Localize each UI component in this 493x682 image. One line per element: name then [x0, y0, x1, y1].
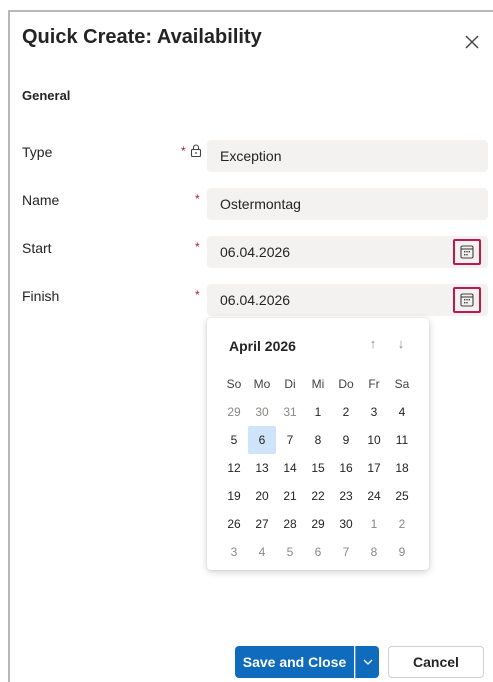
finish-date-field[interactable]: 06.04.2026 [207, 284, 488, 316]
finish-calendar-button[interactable] [453, 287, 481, 313]
lock-icon [190, 144, 202, 157]
calendar-day[interactable]: 4 [248, 538, 276, 566]
save-and-close-button[interactable]: Save and Close [235, 646, 354, 678]
calendar-day[interactable]: 29 [220, 398, 248, 426]
calendar-day[interactable]: 9 [388, 538, 416, 566]
calendar-day[interactable]: 11 [388, 426, 416, 454]
calendar-day[interactable]: 29 [304, 510, 332, 538]
type-field[interactable]: Exception [207, 140, 488, 172]
calendar-day[interactable]: 10 [360, 426, 388, 454]
weekday-header: Mi [311, 377, 325, 391]
calendar-day[interactable]: 31 [276, 398, 304, 426]
calendar-day[interactable]: 28 [276, 510, 304, 538]
name-required-mark: * [195, 192, 200, 206]
calendar-day[interactable]: 13 [248, 454, 276, 482]
calendar-day[interactable]: 7 [332, 538, 360, 566]
calendar-day[interactable]: 8 [304, 426, 332, 454]
close-icon [465, 35, 479, 49]
calendar-day[interactable]: 25 [388, 482, 416, 510]
type-label: Type [22, 144, 53, 160]
month-year-label: April 2026 [229, 338, 296, 354]
date-picker-popup: April 2026 ↑ ↓ So Mo Di Mi Do Fr Sa 29 30 31 1 2 3 4 5… [207, 318, 429, 570]
calendar-day[interactable]: 19 [220, 482, 248, 510]
calendar-icon [460, 293, 474, 307]
previous-month-button[interactable]: ↑ [363, 334, 383, 354]
calendar-day[interactable]: 2 [388, 510, 416, 538]
type-required-mark: * [181, 144, 186, 158]
calendar-day[interactable]: 15 [304, 454, 332, 482]
section-general-label: General [22, 88, 71, 103]
start-date-field[interactable]: 06.04.2026 [207, 236, 488, 268]
calendar-day[interactable]: 3 [220, 538, 248, 566]
dialog-footer: Save and Close Cancel [10, 646, 493, 682]
calendar-day[interactable]: 30 [332, 510, 360, 538]
start-label: Start [22, 240, 52, 256]
weekday-header: Sa [394, 377, 410, 391]
calendar-day[interactable]: 23 [332, 482, 360, 510]
calendar-day[interactable]: 12 [220, 454, 248, 482]
calendar-day[interactable]: 4 [388, 398, 416, 426]
chevron-down-icon [363, 659, 373, 665]
calendar-day[interactable]: 9 [332, 426, 360, 454]
weekday-header: Fr [368, 377, 380, 391]
calendar-day[interactable]: 7 [276, 426, 304, 454]
calendar-day[interactable]: 5 [220, 426, 248, 454]
calendar-day[interactable]: 21 [276, 482, 304, 510]
start-calendar-button[interactable] [453, 239, 481, 265]
quick-create-dialog: Quick Create: Availability General Type … [8, 10, 493, 682]
calendar-day[interactable]: 20 [248, 482, 276, 510]
calendar-day[interactable]: 17 [360, 454, 388, 482]
save-options-dropdown-button[interactable] [355, 646, 379, 678]
calendar-day[interactable]: 14 [276, 454, 304, 482]
calendar-day[interactable]: 22 [304, 482, 332, 510]
calendar-icon [460, 245, 474, 259]
calendar-day[interactable]: 5 [276, 538, 304, 566]
name-field[interactable]: Ostermontag [207, 188, 488, 220]
cancel-button[interactable]: Cancel [388, 646, 484, 678]
next-month-button[interactable]: ↓ [391, 334, 411, 354]
weekday-header: Di [284, 377, 296, 391]
weekday-header: Mo [253, 377, 271, 391]
calendar-day[interactable]: 6 [304, 538, 332, 566]
dialog-title: Quick Create: Availability [22, 26, 262, 48]
calendar-day[interactable]: 24 [360, 482, 388, 510]
close-button[interactable] [460, 30, 484, 54]
finish-required-mark: * [195, 288, 200, 302]
calendar-day[interactable]: 8 [360, 538, 388, 566]
weekday-header: Do [338, 377, 354, 391]
calendar-day[interactable]: 1 [360, 510, 388, 538]
calendar-day[interactable]: 26 [220, 510, 248, 538]
calendar-day[interactable]: 2 [332, 398, 360, 426]
name-label: Name [22, 192, 60, 208]
calendar-day[interactable]: 18 [388, 454, 416, 482]
calendar-day[interactable]: 27 [248, 510, 276, 538]
calendar-day[interactable]: 3 [360, 398, 388, 426]
calendar-day[interactable]: 16 [332, 454, 360, 482]
calendar-day[interactable]: 30 [248, 398, 276, 426]
weekday-header: So [226, 377, 242, 391]
calendar-day[interactable]: 1 [304, 398, 332, 426]
calendar-day[interactable]: 6 [248, 426, 276, 454]
start-required-mark: * [195, 240, 200, 254]
finish-label: Finish [22, 288, 60, 304]
